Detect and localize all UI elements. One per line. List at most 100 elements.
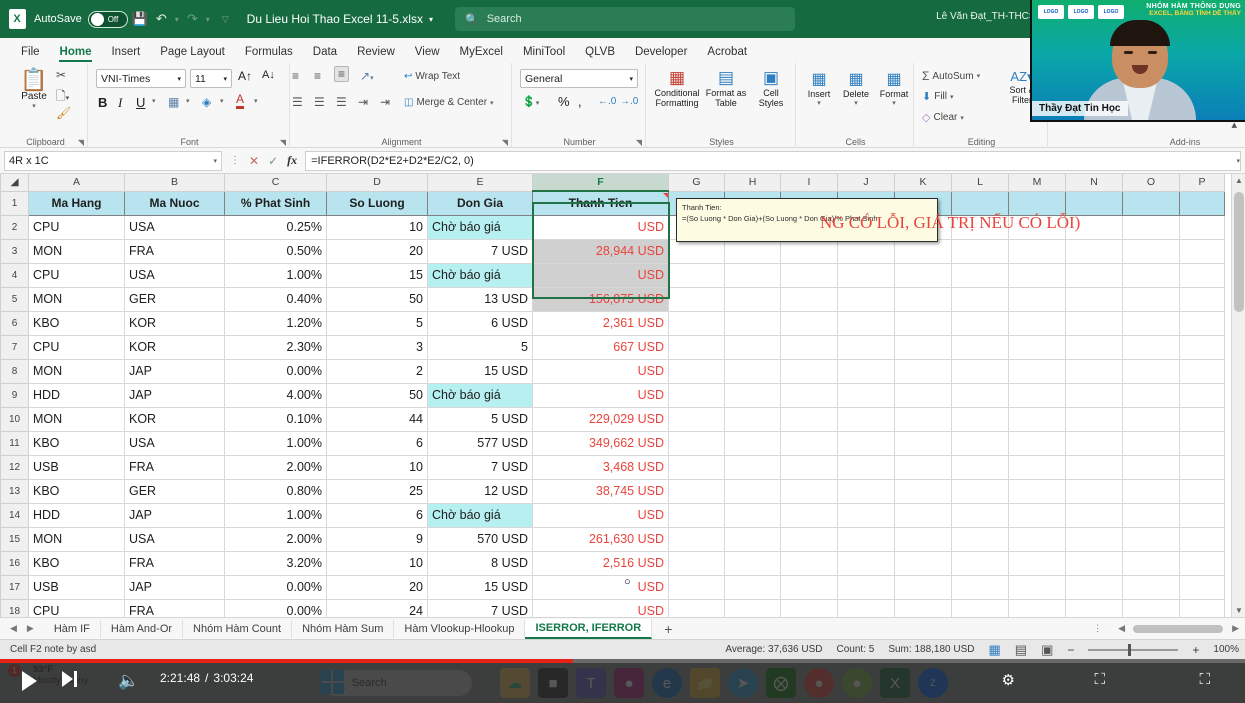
cell-B2[interactable]: USA bbox=[124, 214, 225, 240]
cell-C11[interactable]: 1.00% bbox=[224, 430, 327, 456]
cell-F9[interactable]: USD bbox=[532, 382, 669, 408]
cell-D6[interactable]: 5 bbox=[326, 310, 428, 336]
empty-cell[interactable] bbox=[724, 262, 781, 288]
col-header-B[interactable]: B bbox=[124, 174, 225, 192]
empty-cell[interactable] bbox=[1122, 526, 1180, 552]
table-row[interactable]: 11 KBO USA 1.00% 6 577 USD 349,662 USD bbox=[0, 430, 1225, 456]
empty-cell[interactable] bbox=[1179, 334, 1225, 360]
zoom-level[interactable]: 100% bbox=[1213, 644, 1239, 655]
empty-cell[interactable] bbox=[1122, 238, 1180, 264]
chevron-down-icon[interactable]: ▾ bbox=[186, 97, 190, 105]
sheet-tab-ham-if[interactable]: Hàm IF bbox=[44, 619, 101, 638]
volume-button[interactable]: 🔈 bbox=[118, 671, 139, 691]
table-row[interactable]: 17 USB JAP 0.00% 20 15 USD USD bbox=[0, 574, 1225, 600]
empty-cell[interactable] bbox=[837, 286, 895, 312]
row-header-7[interactable]: 7 bbox=[0, 334, 29, 360]
empty-cell[interactable] bbox=[1008, 526, 1066, 552]
col-header-M[interactable]: M bbox=[1008, 174, 1066, 192]
cell-C6[interactable]: 1.20% bbox=[224, 310, 327, 336]
cell-A13[interactable]: KBO bbox=[28, 478, 125, 504]
chevron-down-icon[interactable]: ▾ bbox=[838, 99, 874, 107]
empty-cell[interactable] bbox=[1179, 406, 1225, 432]
empty-cell[interactable] bbox=[1065, 334, 1123, 360]
empty-cell[interactable] bbox=[1065, 454, 1123, 480]
empty-cell[interactable] bbox=[1122, 190, 1180, 216]
col-header-E[interactable]: E bbox=[427, 174, 533, 192]
empty-cell[interactable] bbox=[1179, 382, 1225, 408]
bold-button[interactable]: B bbox=[98, 95, 107, 110]
cell-B11[interactable]: USA bbox=[124, 430, 225, 456]
clear-button[interactable]: ◇ Clear ▾ bbox=[922, 111, 964, 124]
cell-E14[interactable]: Chờ báo giá bbox=[427, 502, 533, 528]
row-header-12[interactable]: 12 bbox=[0, 454, 29, 480]
sheet-tab-nhom-ham-count[interactable]: Nhóm Hàm Count bbox=[183, 619, 293, 638]
col-header-F[interactable]: F bbox=[532, 174, 669, 192]
empty-cell[interactable] bbox=[1008, 238, 1066, 264]
empty-cell[interactable] bbox=[1065, 574, 1123, 600]
empty-cell[interactable] bbox=[1065, 550, 1123, 576]
orientation-icon[interactable]: ↗▾ bbox=[360, 69, 374, 83]
cell-E10[interactable]: 5 USD bbox=[427, 406, 533, 432]
cell-C9[interactable]: 4.00% bbox=[224, 382, 327, 408]
video-progress-track[interactable] bbox=[0, 659, 1245, 663]
cell-A17[interactable]: USB bbox=[28, 574, 125, 600]
align-bottom-icon[interactable]: ≡ bbox=[334, 66, 350, 82]
empty-cell[interactable] bbox=[724, 526, 781, 552]
empty-cell[interactable] bbox=[894, 334, 952, 360]
cell-A16[interactable]: KBO bbox=[28, 550, 125, 576]
empty-cell[interactable] bbox=[1179, 478, 1225, 504]
decrease-indent-icon[interactable]: ⇥ bbox=[358, 95, 368, 109]
video-fullscreen-button[interactable]: ⛶ bbox=[1199, 671, 1210, 688]
empty-cell[interactable] bbox=[1122, 502, 1180, 528]
chevron-down-icon[interactable]: ▾ bbox=[960, 114, 964, 122]
cell-A15[interactable]: MON bbox=[28, 526, 125, 552]
sheet-tab-iserror-iferror[interactable]: ISERROR, IFERROR bbox=[525, 618, 653, 639]
row-header-1[interactable]: 1 bbox=[0, 190, 29, 216]
row-header-2[interactable]: 2 bbox=[0, 214, 29, 240]
empty-cell[interactable] bbox=[1122, 550, 1180, 576]
empty-cell[interactable] bbox=[894, 238, 952, 264]
empty-cell[interactable] bbox=[1008, 310, 1066, 336]
cell-E5[interactable]: 13 USD bbox=[427, 286, 533, 312]
empty-cell[interactable] bbox=[951, 358, 1009, 384]
empty-cell[interactable] bbox=[780, 598, 838, 617]
table-row[interactable]: 9 HDD JAP 4.00% 50 Chờ báo giá USD bbox=[0, 382, 1225, 408]
vertical-scroll-thumb[interactable] bbox=[1234, 192, 1244, 312]
empty-cell[interactable] bbox=[1122, 334, 1180, 360]
empty-cell[interactable] bbox=[837, 430, 895, 456]
col-header-K[interactable]: K bbox=[894, 174, 952, 192]
cell-A7[interactable]: CPU bbox=[28, 334, 125, 360]
empty-cell[interactable] bbox=[724, 550, 781, 576]
cell-E13[interactable]: 12 USD bbox=[427, 478, 533, 504]
table-row[interactable]: 12 USB FRA 2.00% 10 7 USD 3,468 USD bbox=[0, 454, 1225, 480]
empty-cell[interactable] bbox=[668, 550, 725, 576]
row-header-6[interactable]: 6 bbox=[0, 310, 29, 336]
vertical-scrollbar[interactable]: ▲ ▼ bbox=[1231, 174, 1245, 617]
empty-cell[interactable] bbox=[780, 262, 838, 288]
empty-cell[interactable] bbox=[894, 574, 952, 600]
cell-A3[interactable]: MON bbox=[28, 238, 125, 264]
empty-cell[interactable] bbox=[837, 310, 895, 336]
header-cell-thanh-tien[interactable]: Thanh Tien bbox=[532, 190, 669, 216]
sheet-tab-ham-and-or[interactable]: Hàm And-Or bbox=[101, 619, 184, 638]
empty-cell[interactable] bbox=[1008, 550, 1066, 576]
cell-B18[interactable]: FRA bbox=[124, 598, 225, 617]
tab-myexcel[interactable]: MyExcel bbox=[451, 43, 512, 63]
col-header-A[interactable]: A bbox=[28, 174, 125, 192]
cell-C8[interactable]: 0.00% bbox=[224, 358, 327, 384]
play-button[interactable] bbox=[22, 671, 37, 691]
empty-cell[interactable] bbox=[780, 358, 838, 384]
empty-cell[interactable] bbox=[894, 406, 952, 432]
autosave-toggle[interactable]: Off bbox=[87, 10, 128, 28]
empty-cell[interactable] bbox=[894, 382, 952, 408]
cell-F17[interactable]: USD bbox=[532, 574, 669, 600]
save-icon[interactable]: 💾 bbox=[132, 11, 148, 27]
cell-A12[interactable]: USB bbox=[28, 454, 125, 480]
row-header-9[interactable]: 9 bbox=[0, 382, 29, 408]
row-header-16[interactable]: 16 bbox=[0, 550, 29, 576]
empty-cell[interactable] bbox=[1122, 310, 1180, 336]
empty-cell[interactable] bbox=[668, 358, 725, 384]
empty-cell[interactable] bbox=[1122, 286, 1180, 312]
col-header-J[interactable]: J bbox=[837, 174, 895, 192]
empty-cell[interactable] bbox=[1065, 406, 1123, 432]
